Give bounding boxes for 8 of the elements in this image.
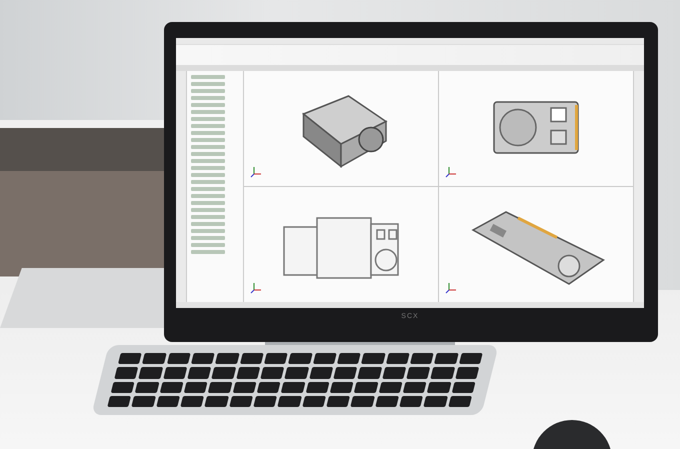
viewport[interactable] (244, 187, 438, 302)
viewport[interactable] (439, 71, 633, 186)
axis-triad-icon (250, 282, 262, 294)
viewport[interactable] (439, 187, 633, 302)
axis-triad-icon (445, 282, 457, 294)
axis-triad-icon (445, 166, 457, 178)
viewport[interactable] (244, 71, 438, 186)
axis-triad-icon (250, 166, 262, 178)
